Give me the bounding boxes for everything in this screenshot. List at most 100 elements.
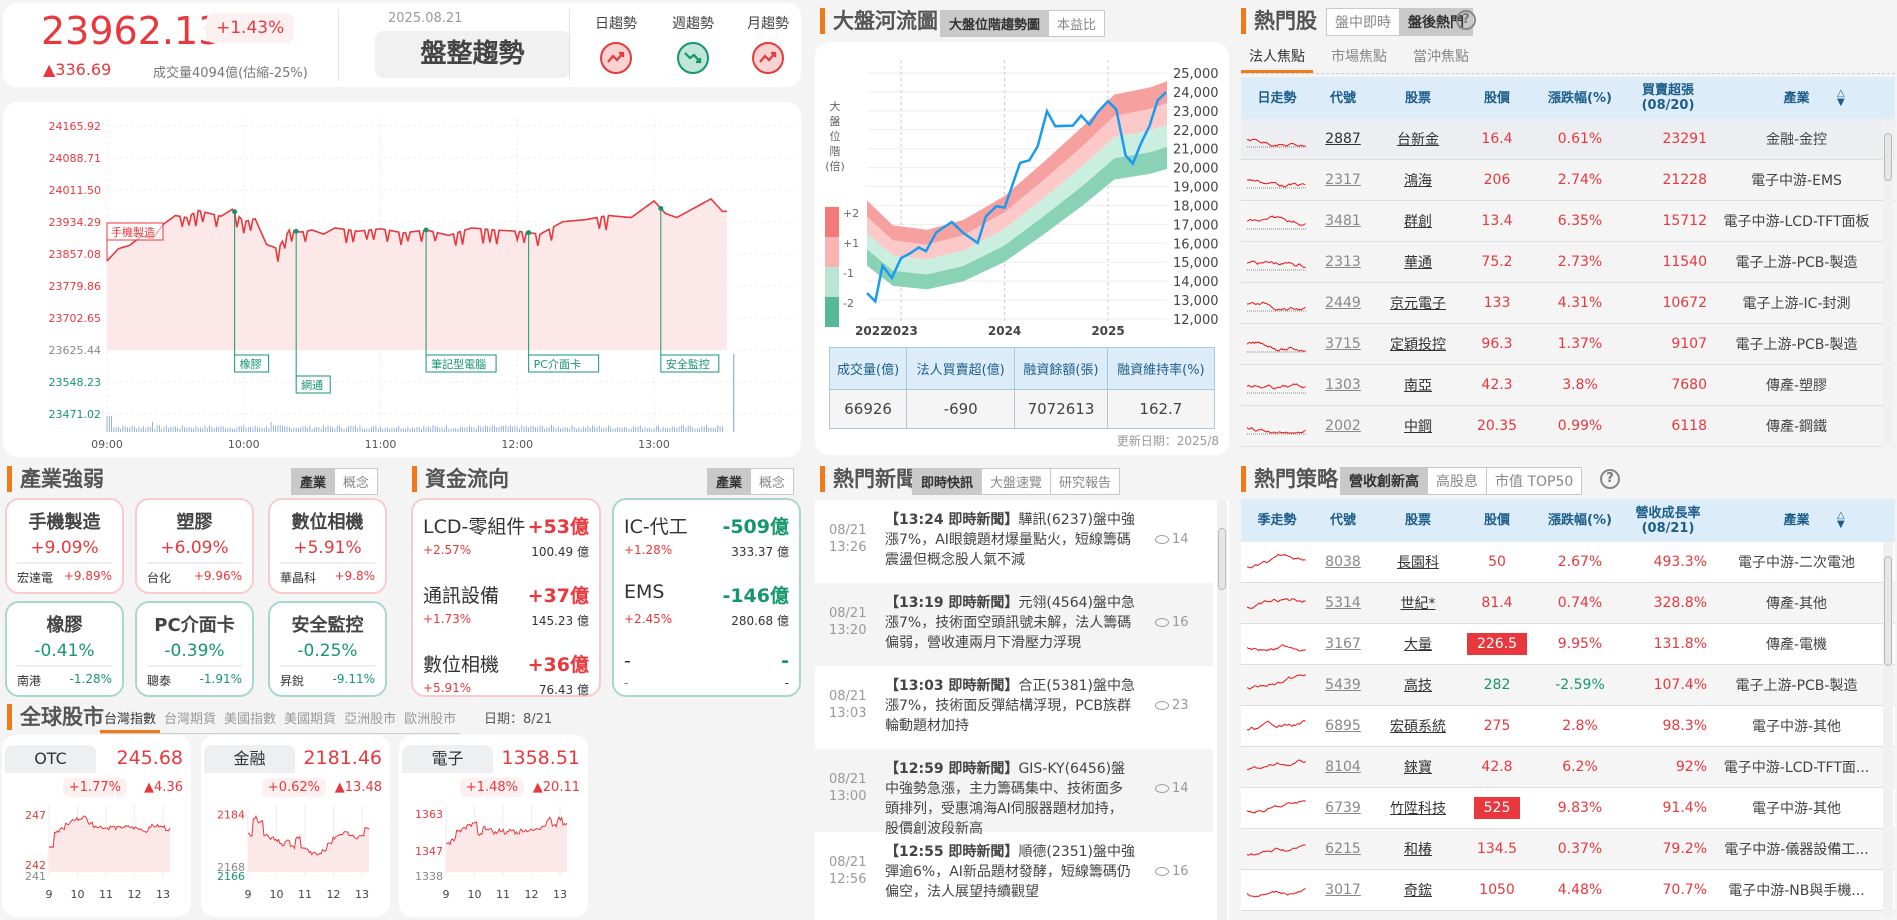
stock-name-link[interactable]: 世紀*: [1373, 593, 1463, 613]
toggle-intraday[interactable]: 盤中即時: [1327, 9, 1399, 35]
table-row[interactable]: 8104 錸寶 42.8 6.2% 92% 電子中游-LCD-TFT面...: [1241, 747, 1895, 788]
news-item[interactable]: 08/21 13:00 【12:59 即時新聞】GIS-KY(6456)盤中強勢急漲…: [815, 749, 1213, 837]
global-index-card[interactable]: 電子 1358.51 +1.48% ▲20.11 9 10 11 12 13 1363 1347 13…: [399, 735, 588, 917]
fund-flow-toggle[interactable]: 產業 概念: [707, 468, 795, 495]
fund-flow-item[interactable]: 數位相機 +36億 +5.91% 76.43 億: [423, 650, 589, 713]
stock-code-link[interactable]: 8038: [1313, 554, 1373, 570]
strategy-toggle[interactable]: 營收創新高 高股息 市值 TOP50: [1340, 467, 1583, 495]
stock-code-link[interactable]: 2887: [1313, 131, 1373, 147]
fund-flow-item[interactable]: IC-代工 -509億 +1.28% 333.37 億: [624, 512, 789, 575]
stock-name-link[interactable]: 鴻海: [1373, 170, 1463, 190]
stock-code-link[interactable]: 3017: [1313, 882, 1373, 898]
stock-code-link[interactable]: 3167: [1313, 636, 1373, 652]
table-row[interactable]: 2317 鴻海 206 2.74% 21228 電子中游-EMS: [1241, 160, 1895, 201]
hot-subtab[interactable]: 法人焦點: [1241, 44, 1313, 73]
stock-name-link[interactable]: 和椿: [1373, 839, 1463, 859]
news-tab[interactable]: 大盤速覽: [981, 469, 1050, 494]
stock-name-link[interactable]: 錸寶: [1373, 757, 1463, 777]
industry-card[interactable]: 手機製造 +9.09% 宏達電 +9.89%: [5, 498, 124, 594]
stock-name-link[interactable]: 定穎投控: [1373, 334, 1463, 354]
strategy-scrollbar[interactable]: [1883, 542, 1893, 917]
news-tabs[interactable]: 即時快訊 大盤速覽 研究報告: [912, 468, 1121, 495]
news-tab[interactable]: 研究報告: [1050, 469, 1119, 494]
stock-name-link[interactable]: 奇鋐: [1373, 880, 1463, 900]
global-tab[interactable]: 台灣期貨: [160, 708, 220, 733]
stock-code-link[interactable]: 5314: [1313, 595, 1373, 611]
stock-name-link[interactable]: 長園科: [1373, 552, 1463, 572]
table-row[interactable]: 3715 定穎投控 96.3 1.37% 9107 電子上游-PCB-製造: [1241, 324, 1895, 365]
hot-scrollbar[interactable]: [1883, 119, 1893, 447]
news-item[interactable]: 08/21 13:26 【13:24 即時新聞】驊訊(6237)盤中強漲7%，AI眼…: [815, 500, 1213, 583]
global-tab[interactable]: 亞洲股市: [340, 708, 400, 733]
stock-name-link[interactable]: 宏碩系統: [1373, 716, 1463, 736]
fund-flow-item[interactable]: - - - -: [624, 650, 789, 713]
stock-name-link[interactable]: 中鋼: [1373, 416, 1463, 436]
hot-subtab[interactable]: 市場焦點: [1323, 44, 1395, 73]
stock-name-link[interactable]: 大量: [1373, 634, 1463, 654]
table-row[interactable]: 6895 宏碩系統 275 2.8% 98.3% 電子中游-其他: [1241, 706, 1895, 747]
stock-name-link[interactable]: 高技: [1373, 675, 1463, 695]
table-row[interactable]: 5314 世紀* 81.4 0.74% 328.8% 傳產-其他: [1241, 583, 1895, 624]
fund-flow-item[interactable]: 通訊設備 +37億 +1.73% 145.23 億: [423, 581, 589, 644]
industry-card[interactable]: 橡膠 -0.41% 南港 -1.28%: [5, 601, 124, 697]
stock-code-link[interactable]: 2002: [1313, 418, 1373, 434]
table-row[interactable]: 2887 台新金 16.4 0.61% 23291 金融-金控: [1241, 119, 1895, 160]
column-header[interactable]: 營收成長率 (08/21): [1629, 506, 1715, 536]
industry-card[interactable]: PC介面卡 -0.39% 聰泰 -1.91%: [135, 601, 254, 697]
news-tab[interactable]: 即時快訊: [913, 469, 982, 494]
tab-market-level[interactable]: 大盤位階趨勢圖: [941, 11, 1049, 36]
stock-code-link[interactable]: 5439: [1313, 677, 1373, 693]
news-scrollbar[interactable]: [1217, 500, 1227, 920]
strategy-top50[interactable]: 市值 TOP50: [1486, 468, 1581, 494]
industry-card[interactable]: 數位相機 +5.91% 華晶科 +9.8%: [268, 498, 387, 594]
help-icon[interactable]: ?: [1600, 469, 1620, 489]
industry-card[interactable]: 塑膠 +6.09% 台化 +9.96%: [135, 498, 254, 594]
stock-code-link[interactable]: 1303: [1313, 377, 1373, 393]
table-row[interactable]: 1303 南亞 42.3 3.8% 7680 傳產-塑膠: [1241, 365, 1895, 406]
table-row[interactable]: 6215 和椿 134.5 0.37% 79.2% 電子中游-儀器設備工...: [1241, 829, 1895, 870]
stock-name-link[interactable]: 南亞: [1373, 375, 1463, 395]
table-row[interactable]: 2002 中鋼 20.35 0.99% 6118 傳產-鋼鐵: [1241, 406, 1895, 447]
table-row[interactable]: 2449 京元電子 133 4.31% 10672 電子上游-IC-封測: [1241, 283, 1895, 324]
stock-name-link[interactable]: 竹陞科技: [1373, 798, 1463, 818]
industry-card[interactable]: 安全監控 -0.25% 昇銳 -9.11%: [268, 601, 387, 697]
global-tab[interactable]: 台灣指數: [100, 708, 161, 733]
industry-toggle-concept[interactable]: 概念: [334, 469, 377, 494]
fund-flow-toggle-industry[interactable]: 產業: [708, 469, 751, 494]
news-item[interactable]: 08/21 12:56 【12:55 即時新聞】順德(2351)盤中強彈逾6%，AI…: [815, 832, 1213, 915]
sort-icon[interactable]: △ ▼: [1837, 89, 1845, 108]
tab-pe-ratio[interactable]: 本益比: [1048, 11, 1104, 36]
table-row[interactable]: 3481 群創 13.4 6.35% 15712 電子中游-LCD-TFT面板: [1241, 201, 1895, 242]
hot-toggle[interactable]: 盤中即時 盤後熱門: [1326, 8, 1473, 36]
stock-code-link[interactable]: 6215: [1313, 841, 1373, 857]
industry-toggle-industry[interactable]: 產業: [292, 469, 335, 494]
news-item[interactable]: 08/21 13:20 【13:19 即時新聞】元翎(4564)盤中急漲7%，技術面…: [815, 583, 1213, 666]
industry-toggle[interactable]: 產業 概念: [291, 468, 379, 495]
global-tab[interactable]: 歐洲股市: [400, 708, 460, 733]
column-header[interactable]: 買賣超張 (08/20): [1629, 83, 1715, 113]
table-row[interactable]: 5439 高技 282 -2.59% 107.4% 電子上游-PCB-製造: [1241, 665, 1895, 706]
stock-name-link[interactable]: 華通: [1373, 252, 1463, 272]
stock-code-link[interactable]: 3715: [1313, 336, 1373, 352]
global-tab[interactable]: 美國期貨: [280, 708, 340, 733]
stock-code-link[interactable]: 8104: [1313, 759, 1373, 775]
global-index-card[interactable]: 金融 2181.46 +0.62% ▲13.48 9 10 11 12 13 2184 2168 21…: [201, 735, 390, 917]
table-row[interactable]: 6739 竹陞科技 525 9.83% 91.4% 電子中游-其他: [1241, 788, 1895, 829]
table-row[interactable]: 2313 華通 75.2 2.73% 11540 電子上游-PCB-製造: [1241, 242, 1895, 283]
stock-code-link[interactable]: 2313: [1313, 254, 1373, 270]
help-icon[interactable]: ?: [1456, 10, 1476, 30]
strategy-high-dividend[interactable]: 高股息: [1427, 468, 1486, 494]
stock-name-link[interactable]: 群創: [1373, 211, 1463, 231]
river-tabs[interactable]: 大盤位階趨勢圖 本益比: [940, 10, 1106, 37]
stock-code-link[interactable]: 3481: [1313, 213, 1373, 229]
hot-subtab[interactable]: 當沖焦點: [1405, 44, 1477, 73]
stock-code-link[interactable]: 2449: [1313, 295, 1373, 311]
strategy-revenue-high[interactable]: 營收創新高: [1341, 468, 1427, 494]
table-row[interactable]: 3017 奇鋐 1050 4.48% 70.7% 電子中游-NB與手機...: [1241, 870, 1895, 911]
fund-flow-item[interactable]: EMS -146億 +2.45% 280.68 億: [624, 581, 789, 644]
table-row[interactable]: 8038 長園科 50 2.67% 493.3% 電子中游-二次電池: [1241, 542, 1895, 583]
table-row[interactable]: 3167 大量 226.5 9.95% 131.8% 傳產-電機: [1241, 624, 1895, 665]
global-index-card[interactable]: OTC 245.68 +1.77% ▲4.36 9 10 11 12 13 247 242 241: [2, 735, 191, 917]
stock-name-link[interactable]: 京元電子: [1373, 293, 1463, 313]
stock-code-link[interactable]: 2317: [1313, 172, 1373, 188]
